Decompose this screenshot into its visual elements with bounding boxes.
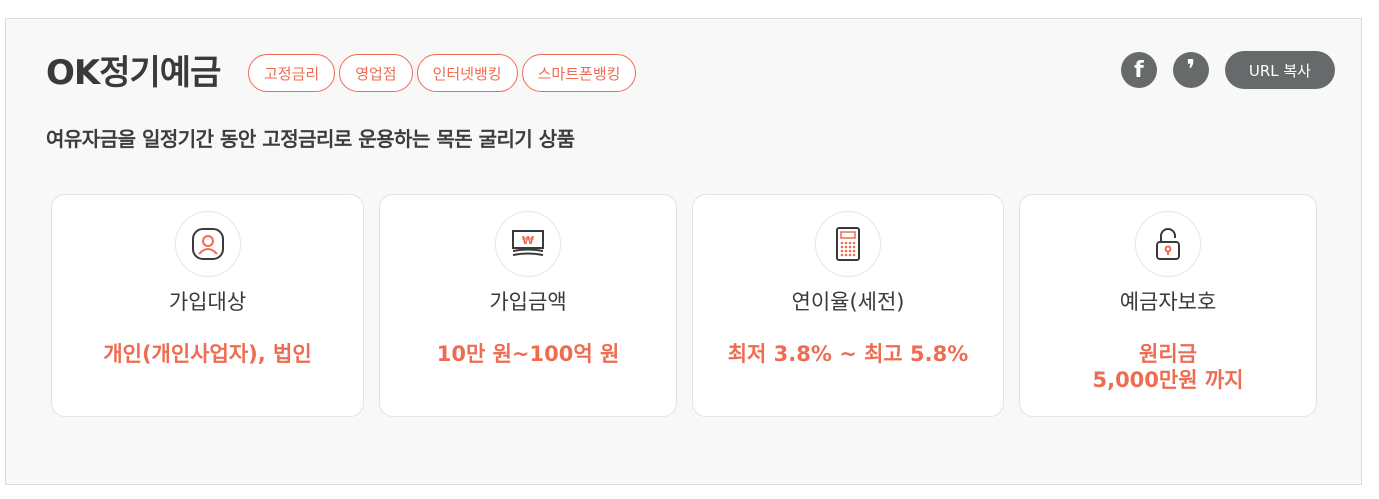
share-toolbar: f ❜ URL 복사 xyxy=(1120,51,1335,89)
card-label: 가입대상 xyxy=(168,290,247,314)
tag-smartphone-banking: 스마트폰뱅킹 xyxy=(521,54,637,92)
tag-fixed-rate: 고정금리 xyxy=(248,54,336,92)
money-icon: ₩ xyxy=(495,211,561,277)
product-tags: 고정금리 영업점 인터넷뱅킹 스마트폰뱅킹 xyxy=(248,54,637,92)
card-interest-rate: 연이율(세전) 최저 3.8% ~ 최고 5.8% xyxy=(692,194,1004,417)
card-value-secondary: 5,000만원 까지 xyxy=(1092,368,1244,392)
card-amount: ₩ 가입금액 10만 원~100억 원 xyxy=(379,194,677,417)
card-label: 예금자보호 xyxy=(1119,290,1217,314)
lock-icon xyxy=(1135,211,1201,277)
card-label: 가입금액 xyxy=(489,290,567,314)
card-deposit-protection: 예금자보호 원리금 5,000만원 까지 xyxy=(1019,194,1317,417)
person-icon xyxy=(174,211,241,277)
card-value: 10만 원~100억 원 xyxy=(436,342,620,366)
calculator-icon xyxy=(815,211,881,277)
card-value: 개인(개인사업자), 법인 xyxy=(103,342,312,366)
kakao-share-button[interactable]: ❜ xyxy=(1172,52,1209,88)
url-copy-button[interactable]: URL 복사 xyxy=(1224,51,1335,89)
card-value: 최저 3.8% ~ 최고 5.8% xyxy=(727,342,969,366)
facebook-icon: f xyxy=(1134,57,1144,83)
card-label: 연이율(세전) xyxy=(791,290,905,314)
kakaostory-icon: ❜ xyxy=(1186,55,1196,85)
product-description: 여유자금을 일정기간 동안 고정금리로 운용하는 목돈 굴리기 상품 xyxy=(46,127,575,151)
tag-internet-banking: 인터넷뱅킹 xyxy=(416,54,518,92)
svg-text:₩: ₩ xyxy=(522,234,534,247)
product-title: OK정기예금 xyxy=(46,53,221,93)
tag-branch: 영업점 xyxy=(339,54,413,92)
facebook-share-button[interactable]: f xyxy=(1120,52,1157,88)
card-eligibility: 가입대상 개인(개인사업자), 법인 xyxy=(51,194,364,417)
